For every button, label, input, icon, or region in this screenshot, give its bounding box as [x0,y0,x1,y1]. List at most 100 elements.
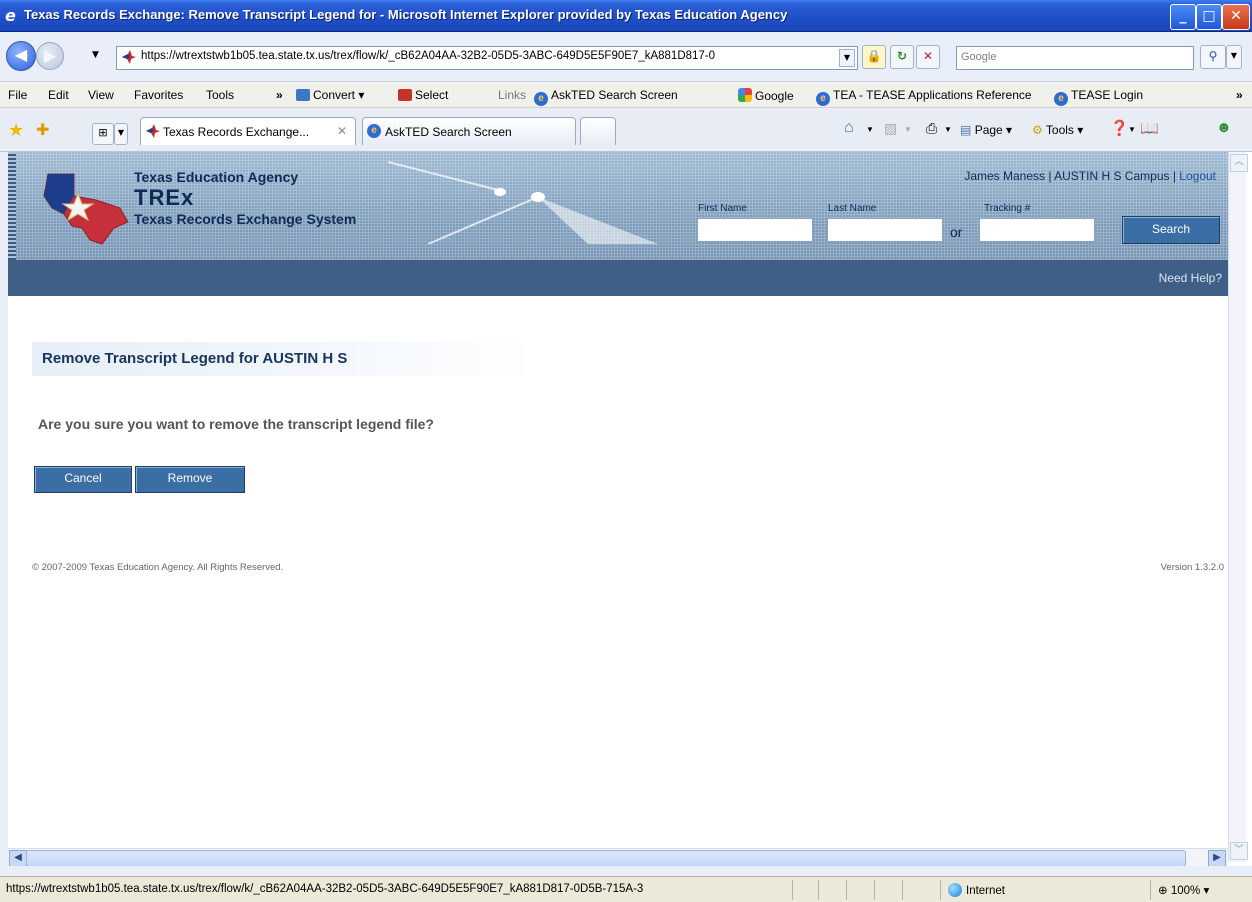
minimize-button[interactable]: _ [1170,4,1196,30]
cancel-button[interactable]: Cancel [34,466,132,493]
tab-list-icon[interactable]: ▼ [114,123,128,145]
refresh-icon[interactable]: ↻ [890,45,914,69]
home-icon[interactable]: ⌂ [844,119,854,137]
remove-button[interactable]: Remove [135,466,245,493]
help-icon[interactable]: ❓ [1110,119,1129,137]
print-dropdown-icon[interactable]: ▼ [944,125,952,134]
feeds-icon[interactable]: ▧ [884,120,897,137]
globe-icon [948,883,962,897]
tab-trex[interactable]: Texas Records Exchange... ✕ [140,117,356,145]
logout-link[interactable]: Logout [1179,169,1216,183]
scroll-up-icon[interactable]: ︿ [1230,154,1248,172]
convert-button[interactable]: Convert ▾ [296,88,364,102]
security-zone: Internet [948,883,1005,897]
home-dropdown-icon[interactable]: ▼ [866,125,874,134]
tab-askted[interactable]: e AskTED Search Screen [362,117,576,145]
site-header: Texas Education Agency TREx Texas Record… [8,152,1228,262]
forward-icon[interactable]: ▶ [36,42,64,70]
links-overflow[interactable]: » [1236,88,1243,102]
new-tab-button[interactable] [580,117,616,145]
google-icon [738,88,752,102]
lock-icon[interactable]: 🔒 [862,45,886,69]
first-name-label: First Name [698,203,747,214]
tracking-label: Tracking # [984,203,1031,214]
history-dropdown-icon[interactable]: ▼ [92,50,99,60]
link-tea-tease[interactable]: e TEA - TEASE Applications Reference [816,88,1032,106]
favorites-star-icon[interactable]: ★ [8,120,24,141]
menu-file[interactable]: File [8,88,27,102]
agency-name: Texas Education Agency [134,169,299,185]
version-text: Version 1.3.2.0 [1160,562,1224,573]
search-go-icon[interactable]: ⚲ [1200,45,1226,69]
scroll-left-icon[interactable]: ◀ [9,850,27,867]
tools-menu[interactable]: ⚙ Tools ▾ [1032,123,1083,137]
menu-overflow[interactable]: » [276,88,283,102]
search-button[interactable]: Search [1122,216,1220,244]
stop-icon[interactable]: ✕ [916,45,940,69]
status-url: https://wtrextstwb1b05.tea.state.tx.us/t… [6,883,644,895]
search-options-icon[interactable]: ▼ [1226,45,1242,69]
maximize-button[interactable]: □ [1196,4,1222,30]
first-name-input[interactable] [697,218,813,242]
menu-tools[interactable]: Tools [206,88,234,102]
system-name: Texas Records Exchange System [134,211,357,227]
page-viewport: Texas Education Agency TREx Texas Record… [8,152,1228,848]
status-divider [846,880,847,900]
last-name-label: Last Name [828,203,877,214]
need-help-link[interactable]: Need Help? [1159,271,1222,285]
page-menu[interactable]: ▤ Page ▾ [960,123,1012,137]
add-favorites-icon[interactable]: ✚ [36,120,49,139]
scroll-right-icon[interactable]: ▶ [1208,850,1226,867]
address-toolbar: ◀ ▶ ▼ https://wtrextstwb1b05.tea.state.t… [0,32,1252,82]
page-icon: ▤ [960,123,972,137]
favicon-texas [146,124,160,138]
window-title: Texas Records Exchange: Remove Transcrip… [24,7,788,22]
last-name-input[interactable] [827,218,943,242]
menu-edit[interactable]: Edit [48,88,69,102]
horizontal-scroll-thumb[interactable] [26,850,1186,867]
print-icon[interactable]: ⎙ [926,120,937,137]
horizontal-scrollbar[interactable]: ◀ ▶ [8,848,1228,867]
menu-view[interactable]: View [88,88,114,102]
status-divider [902,880,903,900]
search-placeholder: Google [961,51,997,63]
scroll-down-icon[interactable]: ﹀ [1230,842,1248,860]
select-button[interactable]: Select [398,88,448,102]
ie-page-icon: e [534,92,548,106]
tab-close-icon[interactable]: ✕ [337,124,347,138]
page-title: Remove Transcript Legend for AUSTIN H S [42,350,348,367]
messenger-icon[interactable]: ☻ [1216,119,1232,136]
window-frame-bottom [0,866,1252,876]
search-input[interactable]: Google [956,46,1194,70]
zoom-icon: ⊕ [1158,885,1168,897]
research-icon[interactable]: 📖 [1140,119,1159,137]
texas-map-logo [43,173,129,245]
link-google[interactable]: Google [738,88,794,103]
address-input[interactable]: https://wtrextstwb1b05.tea.state.tx.us/t… [116,46,858,70]
ie-page-icon: e [816,92,830,106]
sub-navigation-bar: Need Help? [8,260,1228,296]
tools-gear-icon: ⚙ [1032,123,1043,137]
link-askted[interactable]: e AskTED Search Screen [534,88,678,106]
back-icon[interactable]: ◀ [6,41,36,71]
page-title-banner: Remove Transcript Legend for AUSTIN H S [32,342,536,376]
tab-label: AskTED Search Screen [385,125,512,139]
comet-graphic [388,161,658,244]
product-name: TREx [134,185,195,210]
user-campus-text: James Maness | AUSTIN H S Campus | [964,169,1176,183]
header-edge-pattern [8,152,16,260]
help-dropdown-icon[interactable]: ▼ [1128,125,1136,134]
user-info: James Maness | AUSTIN H S Campus | Logou… [964,169,1216,183]
copyright-text: © 2007-2009 Texas Education Agency. All … [32,562,284,573]
vertical-scrollbar[interactable]: ︿ ﹀ [1228,152,1248,862]
ie-page-icon: e [1054,92,1068,106]
address-dropdown-icon[interactable]: ▼ [839,49,855,67]
close-button[interactable]: ✕ [1222,4,1250,30]
link-tease-login[interactable]: e TEASE Login [1054,88,1143,106]
tracking-number-input[interactable] [979,218,1095,242]
convert-icon [296,89,310,101]
menu-favorites[interactable]: Favorites [134,88,183,102]
quick-tabs-icon[interactable]: ⊞ [92,123,114,145]
feeds-dropdown-icon[interactable]: ▼ [904,125,912,134]
zoom-level[interactable]: ⊕ 100% ▾ [1158,883,1209,897]
